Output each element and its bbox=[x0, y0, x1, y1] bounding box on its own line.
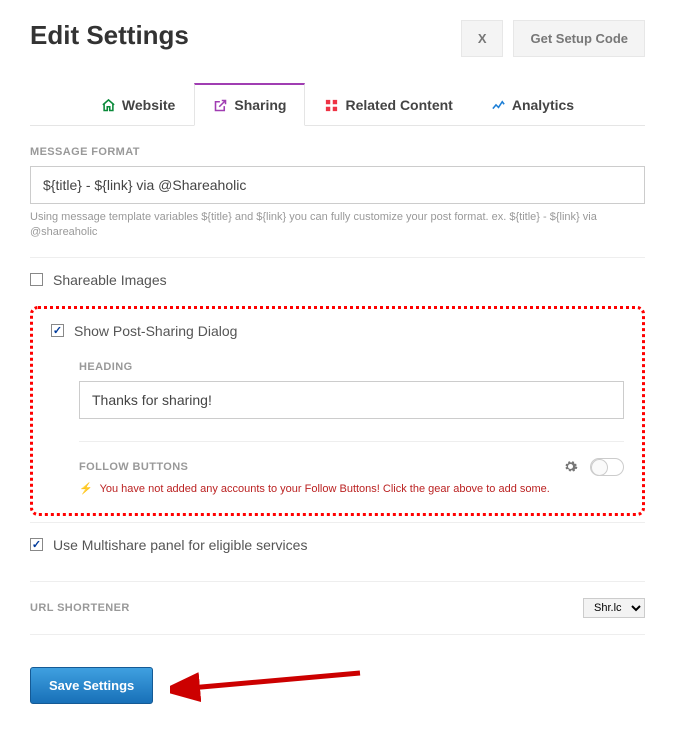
url-shortener-label: URL SHORTENER bbox=[30, 602, 130, 614]
tab-analytics[interactable]: Analytics bbox=[472, 83, 593, 126]
follow-buttons-toggle[interactable] bbox=[590, 458, 624, 476]
multishare-label: Use Multishare panel for eligible servic… bbox=[53, 537, 307, 553]
show-dialog-checkbox[interactable] bbox=[51, 324, 64, 337]
heading-input[interactable] bbox=[79, 381, 624, 419]
arrow-annotation-icon bbox=[170, 663, 370, 713]
follow-buttons-warning: ⚡ You have not added any accounts to you… bbox=[79, 482, 624, 495]
tab-related[interactable]: Related Content bbox=[305, 83, 471, 126]
tab-website[interactable]: Website bbox=[82, 83, 194, 126]
gear-icon[interactable] bbox=[563, 459, 578, 474]
setup-code-button[interactable]: Get Setup Code bbox=[513, 20, 645, 57]
grid-icon bbox=[324, 98, 339, 113]
message-format-section: MESSAGE FORMAT Using message template va… bbox=[30, 146, 645, 241]
tab-label: Analytics bbox=[512, 97, 574, 113]
message-format-help: Using message template variables ${title… bbox=[30, 210, 645, 241]
shareable-images-checkbox[interactable] bbox=[30, 273, 43, 286]
bolt-icon: ⚡ bbox=[79, 483, 93, 495]
multishare-checkbox[interactable] bbox=[30, 538, 43, 551]
tabs: Website Sharing Related Content Analytic… bbox=[30, 82, 645, 126]
chart-icon bbox=[491, 98, 506, 113]
save-button[interactable]: Save Settings bbox=[30, 667, 153, 704]
show-dialog-label: Show Post-Sharing Dialog bbox=[74, 323, 237, 339]
url-shortener-select[interactable]: Shr.lc bbox=[583, 598, 645, 618]
page-title: Edit Settings bbox=[30, 20, 189, 51]
share-icon bbox=[213, 98, 228, 113]
message-format-label: MESSAGE FORMAT bbox=[30, 146, 645, 158]
house-icon bbox=[101, 98, 116, 113]
close-button[interactable]: X bbox=[461, 20, 504, 57]
highlight-region: Show Post-Sharing Dialog HEADING FOLLOW … bbox=[30, 306, 645, 516]
tab-sharing[interactable]: Sharing bbox=[194, 83, 305, 126]
tab-label: Related Content bbox=[345, 97, 452, 113]
follow-buttons-label: FOLLOW BUTTONS bbox=[79, 461, 188, 473]
shareable-images-label: Shareable Images bbox=[53, 272, 167, 288]
message-format-input[interactable] bbox=[30, 166, 645, 204]
heading-label: HEADING bbox=[79, 361, 624, 373]
tab-label: Sharing bbox=[234, 97, 286, 113]
tab-label: Website bbox=[122, 97, 175, 113]
